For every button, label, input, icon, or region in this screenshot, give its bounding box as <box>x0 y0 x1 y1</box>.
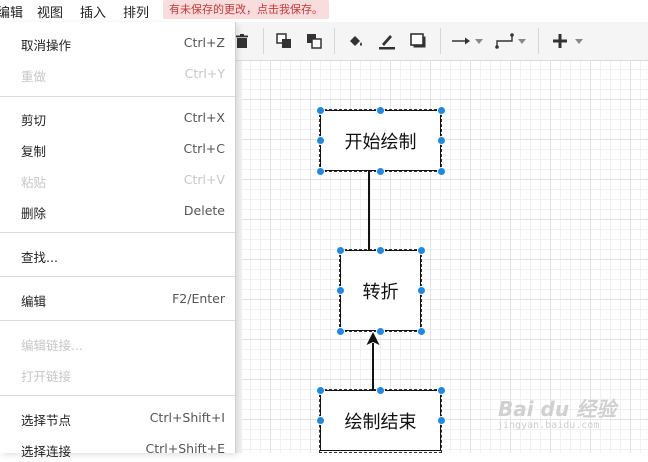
menu-item-select-vertices[interactable]: 选择节点 Ctrl+Shift+I <box>0 405 235 431</box>
resize-handle[interactable] <box>436 166 446 176</box>
menu-divider <box>0 96 235 97</box>
menu-item-copy[interactable]: 复制 Ctrl+C <box>0 136 235 162</box>
menu-item-find[interactable]: 查找... <box>0 242 235 268</box>
menu-divider <box>0 276 235 277</box>
menu-item-redo: 重做 Ctrl+Y <box>21 66 225 84</box>
resize-handle[interactable] <box>436 416 446 425</box>
resize-handle[interactable] <box>436 385 446 395</box>
resize-handle[interactable] <box>315 385 325 395</box>
menu-divider <box>0 320 235 321</box>
resize-handle[interactable] <box>315 136 325 145</box>
watermark-url: jingyan.baidu.com <box>497 420 600 431</box>
menu-item-undo[interactable]: 取消操作 Ctrl+Z <box>0 30 235 56</box>
menu-item-delete[interactable]: 删除 Delete <box>0 198 235 224</box>
resize-handle[interactable] <box>436 136 446 145</box>
menu-item-select-edges[interactable]: 选择连接 Ctrl+Shift+E <box>0 436 235 462</box>
resize-handle[interactable] <box>315 416 325 425</box>
menu-item-paste: 粘贴 Ctrl+V <box>21 172 225 190</box>
resize-handle[interactable] <box>335 326 345 336</box>
resize-handle[interactable] <box>335 286 345 295</box>
watermark-logo: Bai du 经验 <box>498 397 617 421</box>
menu-item-open-link: 打开链接 <box>21 369 72 384</box>
resize-handle[interactable] <box>416 286 426 295</box>
edit-menu-dropdown: 取消操作 Ctrl+Z 重做 Ctrl+Y 剪切 Ctrl+X 复制 Ctrl+C 粘贴… <box>0 22 236 459</box>
resize-handle[interactable] <box>416 245 426 255</box>
resize-handle[interactable] <box>335 245 345 255</box>
resize-handle[interactable] <box>315 105 325 115</box>
node-label: 绘制结束 <box>344 411 417 433</box>
resize-handle[interactable] <box>315 166 325 176</box>
resize-handle[interactable] <box>376 245 385 255</box>
menu-divider <box>0 232 235 233</box>
menu-item-edit-link: 编辑链接... <box>21 338 83 353</box>
resize-handle[interactable] <box>376 105 385 115</box>
node-start-drawing[interactable]: 开始绘制 <box>320 110 441 171</box>
node-label: 开始绘制 <box>344 131 417 153</box>
resize-handle[interactable] <box>436 105 446 115</box>
resize-handle[interactable] <box>376 166 385 176</box>
menu-item-edit[interactable]: 编辑 F2/Enter <box>0 286 235 312</box>
resize-handle[interactable] <box>416 326 426 336</box>
node-label: 转折 <box>362 281 399 303</box>
menu-divider <box>0 395 235 396</box>
resize-handle[interactable] <box>376 326 385 336</box>
menu-item-cut[interactable]: 剪切 Ctrl+X <box>0 105 235 131</box>
node-end-drawing[interactable]: 绘制结束 <box>320 390 441 451</box>
resize-handle[interactable] <box>376 385 385 395</box>
node-turn[interactable]: 转折 <box>340 250 421 331</box>
